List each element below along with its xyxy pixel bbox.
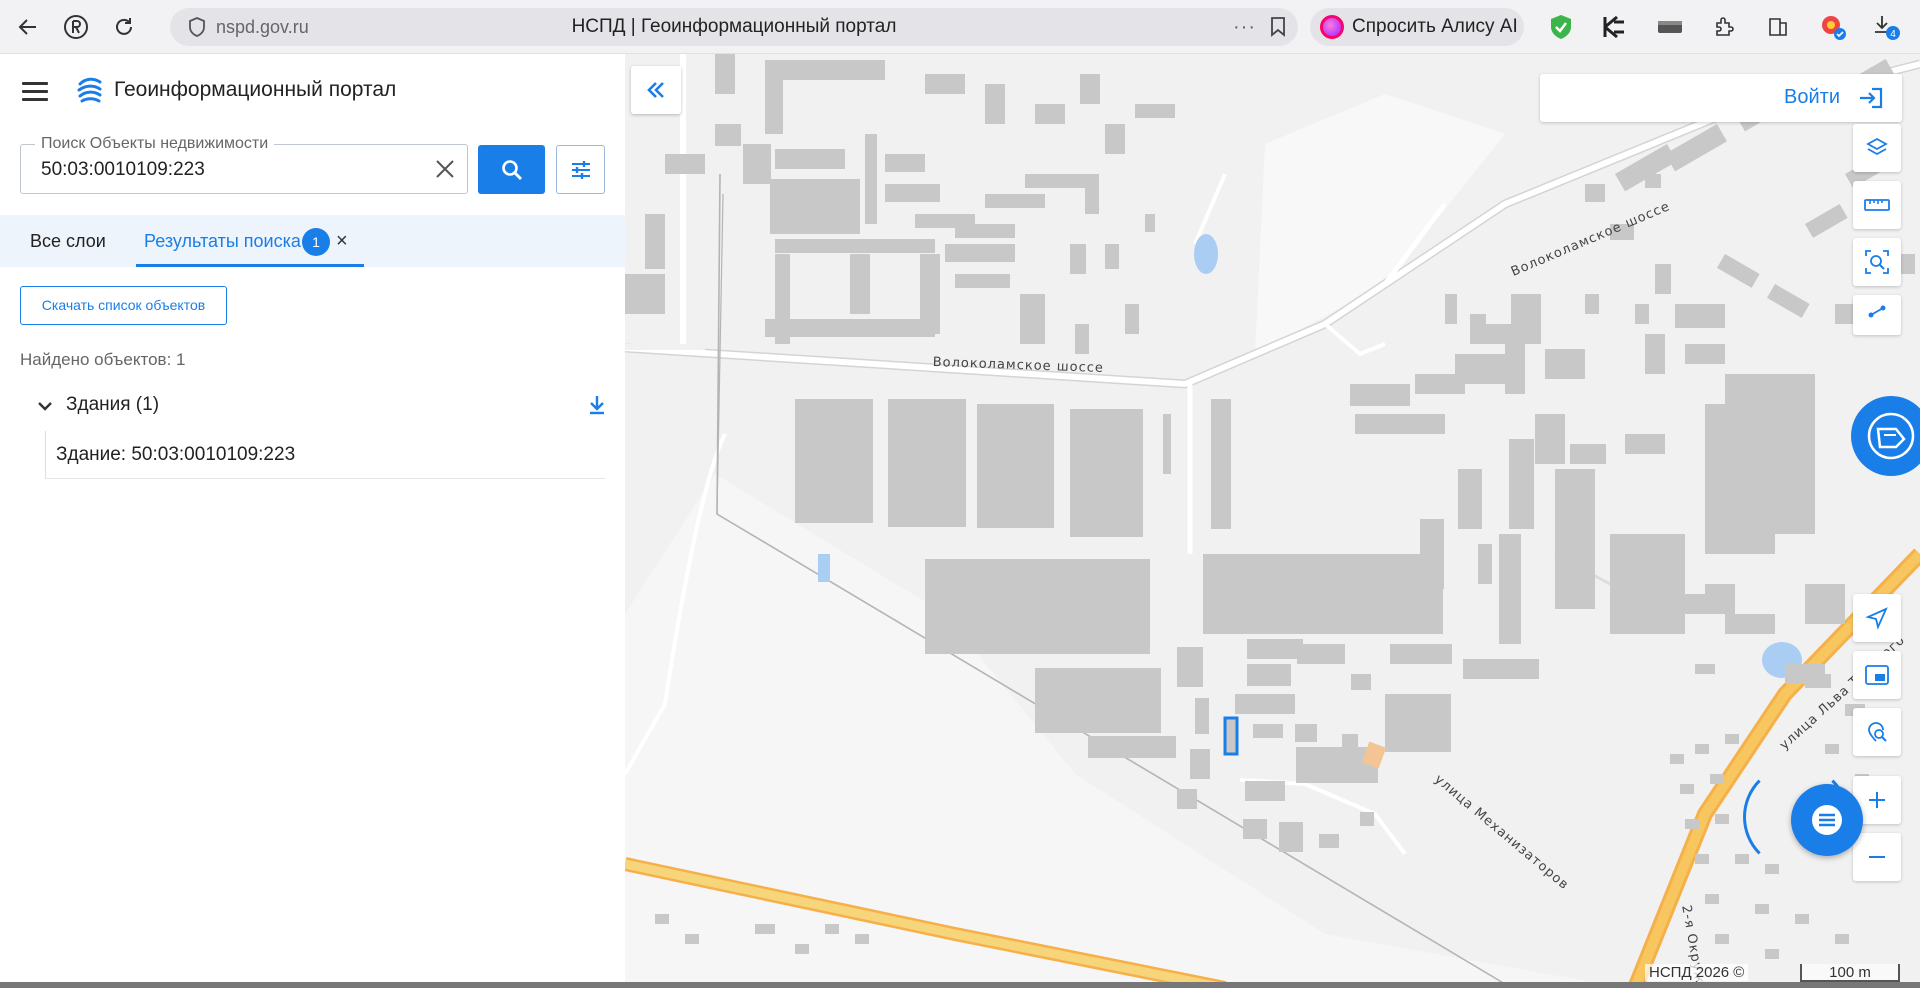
geolocation-button[interactable]: [1853, 594, 1901, 642]
site-info-icon[interactable]: [182, 17, 212, 37]
copyright-text: НСПД 2026 ©: [1645, 964, 1749, 981]
side-panel: Геоинформационный портал Поиск Объекты н…: [0, 54, 625, 988]
chevron-down-icon[interactable]: [38, 398, 52, 416]
download-list-button[interactable]: Скачать список объектов: [20, 286, 227, 325]
result-item-label: Здание: 50:03:0010109:223: [56, 444, 296, 465]
bookmark-icon[interactable]: [1270, 17, 1286, 42]
scale-bar: 100 m: [1800, 964, 1900, 982]
ruler-button[interactable]: [1853, 181, 1901, 229]
search-input[interactable]: [41, 159, 421, 181]
alice-icon: [1320, 15, 1344, 39]
locate-point-button[interactable]: [1853, 708, 1901, 756]
assistant-icon: [1867, 412, 1915, 460]
tab-search-results[interactable]: Результаты поиска 1 ×: [136, 215, 364, 267]
filter-button[interactable]: [556, 145, 605, 194]
collapse-panel-button[interactable]: [631, 66, 681, 114]
kaspersky-extension-icon[interactable]: [1600, 12, 1630, 42]
chevrons-left-icon: [647, 82, 664, 98]
tab-all-layers[interactable]: Все слои: [30, 215, 106, 267]
share-button[interactable]: [1853, 295, 1901, 335]
plus-icon: [1869, 792, 1885, 808]
sliders-icon: [571, 160, 590, 179]
chat-button[interactable]: [1791, 784, 1863, 856]
menu-icon[interactable]: [22, 82, 48, 102]
yandex-home-button[interactable]: [56, 7, 96, 47]
protect-shield-icon[interactable]: [1546, 12, 1576, 42]
list-item[interactable]: Здание: 50:03:0010109:223: [45, 431, 605, 479]
share-icon: [1868, 305, 1886, 318]
zoom-out-button[interactable]: [1853, 833, 1901, 881]
results-count-badge: 1: [302, 228, 330, 256]
login-icon: [1858, 86, 1884, 116]
found-count: Найдено объектов: 1: [20, 350, 186, 369]
minus-icon: [1869, 856, 1885, 858]
page-title: НСПД | Геоинформационный портал: [571, 16, 897, 37]
yandex-logo-icon: [64, 14, 88, 39]
reload-icon: [116, 17, 132, 35]
bottom-bar: [0, 982, 1920, 988]
area-select-button[interactable]: [1853, 238, 1901, 286]
app-title: Геоинформационный портал: [114, 78, 397, 101]
back-button[interactable]: [8, 7, 48, 47]
login-button[interactable]: Войти: [1540, 74, 1902, 122]
download-icon[interactable]: [588, 394, 606, 421]
ruler-icon: [1864, 199, 1890, 211]
result-group-buildings[interactable]: Здания (1): [38, 392, 606, 422]
alice-button[interactable]: Спросить Алису AI: [1310, 8, 1524, 46]
search-field[interactable]: Поиск Объекты недвижимости: [20, 135, 468, 194]
clear-icon[interactable]: [433, 157, 457, 186]
alice-label: Спросить Алису AI: [1352, 16, 1518, 37]
picture-in-picture-icon: [1865, 665, 1889, 685]
extension-icon[interactable]: [1655, 12, 1685, 42]
search-legend: Поиск Объекты недвижимости: [35, 135, 275, 153]
group-title: Здания (1): [66, 394, 160, 415]
layers-icon: [1866, 137, 1888, 156]
map-layer: [625, 54, 1920, 988]
navigation-arrow-icon: [1865, 607, 1888, 630]
tab-search-results-label: Результаты поиска: [144, 231, 301, 251]
search-button[interactable]: [478, 145, 545, 194]
arrow-left-icon: [18, 18, 36, 35]
search-icon: [501, 159, 522, 180]
map-canvas[interactable]: Волоколамское шоссе Волоколамское шоссе …: [625, 54, 1920, 988]
puzzle-extensions-icon[interactable]: [1710, 12, 1740, 42]
close-tab-icon[interactable]: ×: [336, 215, 348, 267]
more-icon[interactable]: ···: [1233, 16, 1256, 39]
layers-button[interactable]: [1853, 124, 1901, 172]
collections-icon[interactable]: [1763, 12, 1793, 42]
minimap-button[interactable]: [1853, 651, 1901, 699]
downloads-icon[interactable]: 4: [1872, 12, 1902, 42]
downloads-badge: 4: [1890, 29, 1896, 40]
reload-button[interactable]: [104, 7, 144, 47]
tab-bar: Все слои Результаты поиска 1 ×: [0, 215, 625, 267]
url-text[interactable]: nspd.gov.ru: [216, 17, 309, 38]
browser-toolbar: nspd.gov.ru НСПД | Геоинформационный пор…: [0, 0, 1920, 54]
chat-icon: [1812, 805, 1842, 835]
address-bar[interactable]: nspd.gov.ru НСПД | Геоинформационный пор…: [170, 8, 1298, 46]
select-area-search-icon: [1865, 250, 1889, 274]
profile-avatar-icon[interactable]: [1818, 12, 1848, 42]
location-search-icon: [1868, 722, 1887, 742]
portal-logo-icon: [76, 76, 102, 109]
login-label: Войти: [1784, 86, 1840, 108]
